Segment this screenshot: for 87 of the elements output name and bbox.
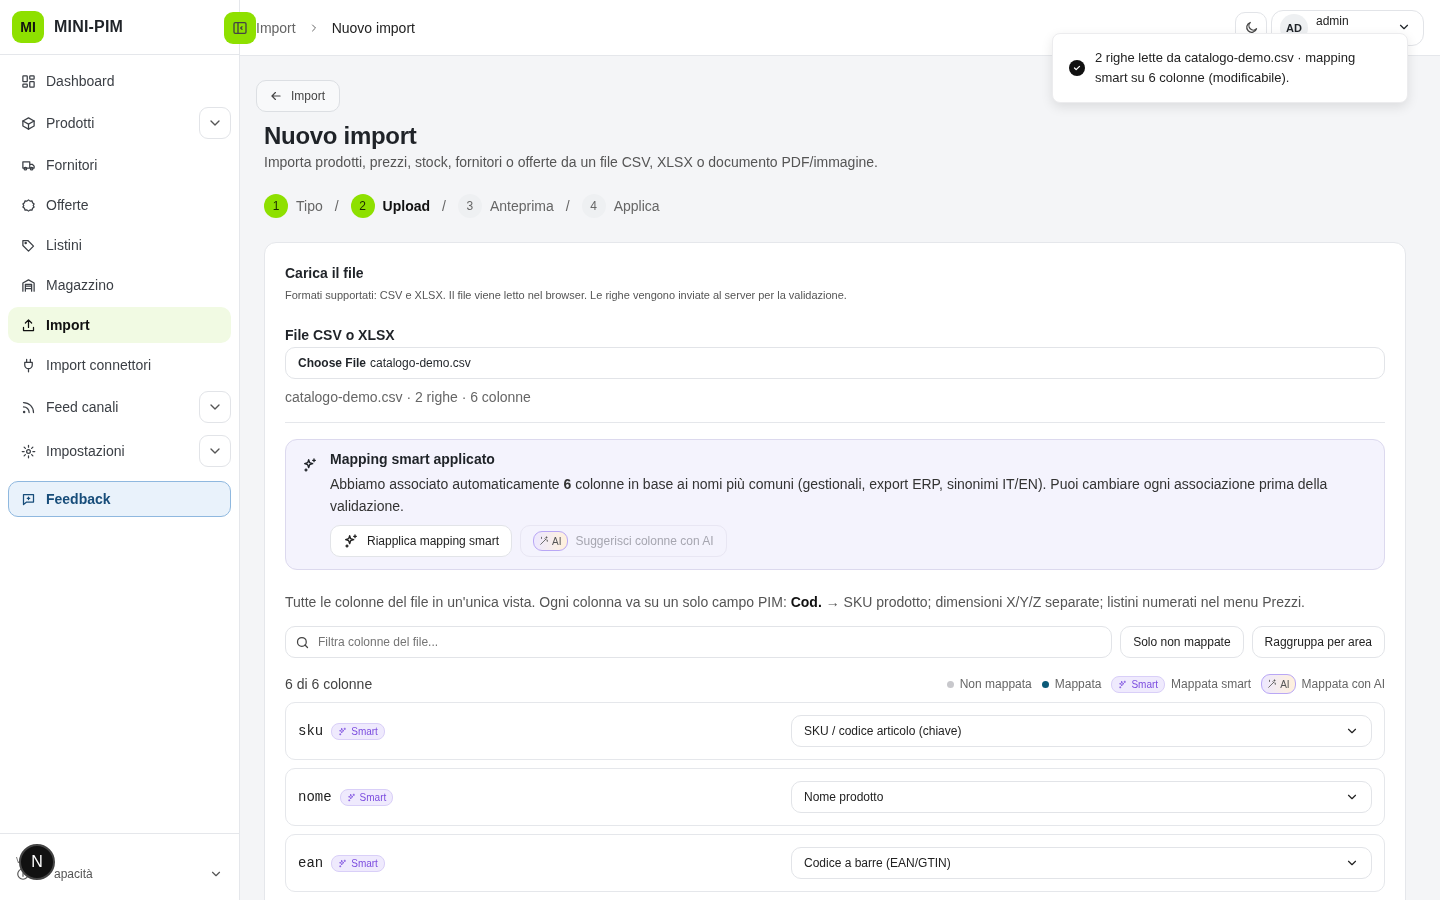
sparkle-icon [1118,679,1128,689]
step-label: Tipo [296,198,323,214]
smart-badge: Smart [339,788,394,806]
app-logo: MI [12,11,44,43]
page-title: Nuovo import [264,122,418,150]
avatar[interactable]: N [19,844,55,880]
tag-icon [21,237,36,253]
box-icon [21,115,36,131]
step-number: 4 [581,194,606,218]
step-separator: / [565,198,570,214]
step-number: 2 [350,194,375,218]
field-select[interactable]: Nome prodotto [791,781,1372,813]
feedback-button[interactable]: Feedback [8,481,231,517]
nav-item[interactable]: Feed canali [8,389,195,425]
nav-item[interactable]: Import connettori [8,347,231,383]
nav-item[interactable]: Prodotti [8,105,195,141]
banner-title: Mapping smart applicato [330,451,496,467]
sparkle-icon [338,726,348,736]
reapply-button[interactable]: Riapplica mapping smart [330,525,513,557]
column-name: ean [298,855,324,871]
sparkle-icon [338,858,348,868]
filter-button[interactable]: Solo non mappate [1120,626,1244,658]
field-select[interactable]: Codice a barre (EAN/GTIN) [791,847,1372,879]
expand-button[interactable] [199,435,231,467]
badge-icon [21,197,36,213]
legend-label: Mappata smart [1171,677,1252,691]
file-summary: catalogo-demo.csv · 2 righe · 6 colonne [285,389,532,405]
breadcrumb-current: Nuovo import [331,19,415,36]
nav-item[interactable]: Offerte [8,187,231,223]
plug-icon [21,357,36,373]
file-input-field[interactable]: Choose File catalogo-demo.csv [285,347,1385,379]
wand-icon [539,536,550,546]
nav-item[interactable]: Import [8,307,231,343]
legend-label: Non mappata [959,677,1032,691]
page-subtitle: Importa prodotti, prezzi, stock, fornitori o offerte da un file CSV, XLSX o documento PDF/immagine. [264,154,879,170]
step-label: Upload [382,198,431,214]
card-hint: Formati supportati: CSV e XLSX. Il file viene letto nel browser. Le righe vengono inviate al server per la validazione. [285,289,848,301]
chat-icon [21,491,36,507]
expand-button[interactable] [199,391,231,423]
sparkle-icon [346,792,356,802]
banner-text: Abbiamo associato automaticamente 6 colonne in base ai nomi più comuni (gestionali, export ERP, sinonimi IT/EN). Puoi cambiare ogni associazione prima della validazione. [330,475,1329,516]
user-name: admin [1316,13,1350,28]
filter-field[interactable]: Filtra colonne del file... [285,626,1113,658]
nav-item[interactable]: Impostazioni [8,433,195,469]
card-title: Carica il file [285,265,365,281]
nav-item[interactable]: Fornitori [8,147,231,183]
smart-badge: Smart [331,854,385,872]
capacity-label: apacità [54,866,93,881]
smart-badge: Smart [1111,675,1166,693]
expand-button[interactable] [199,107,231,139]
sparkle-icon [343,533,359,549]
legend-label: Mappata con AI [1301,677,1385,691]
step-number: 1 [264,194,288,218]
arrow-left-icon [269,89,283,103]
field-select[interactable]: SKU / codice articolo (chiave) [791,715,1372,747]
grid-icon [21,73,36,89]
column-name: nome [298,789,332,805]
toast-message: 2 righe lette da catalogo-demo.csv · mapping smart su 6 colonne (modificabile). [1095,49,1357,87]
panel-icon [232,20,248,36]
nav-item[interactable]: Magazzino [8,267,231,303]
step-label: Anteprima [489,198,554,214]
sidebar-toggle-button[interactable] [224,12,256,44]
back-button[interactable]: Import [256,80,340,112]
moon-icon [1243,20,1259,35]
column-count: 6 di 6 colonne [285,676,374,692]
step-label: Applica [613,198,660,214]
smart-badge: Smart [331,722,385,740]
feed-icon [21,399,36,415]
warehouse-icon [21,277,36,293]
step-number: 3 [457,194,482,218]
app-name: MINI-PIM [54,18,124,36]
nav-item[interactable]: Listini [8,227,231,263]
ai-badge: AI [533,531,568,551]
step-separator: / [334,198,339,214]
legend-label: Mappata [1054,677,1102,691]
field-label: File CSV o XLSX [285,327,396,343]
upload-icon [21,317,36,333]
success-icon [1069,60,1085,76]
sparkle-icon [302,457,318,473]
step-separator: / [442,198,446,214]
nav-item[interactable]: Dashboard [8,63,231,99]
breadcrumb-link[interactable]: Import [256,19,296,36]
filter-button[interactable]: Raggruppa per area [1251,626,1385,658]
wand-icon [1267,679,1278,689]
ai-badge: AI [1261,674,1296,694]
info-text: Tutte le colonne del file in un'unica vista. Ogni colonna va su un solo campo PIM: Cod. → SKU prodotto; dimensioni X/Y/Z separate; listini numerati nel menu Prezzi. [285,594,1306,610]
column-name: sku [298,723,324,739]
